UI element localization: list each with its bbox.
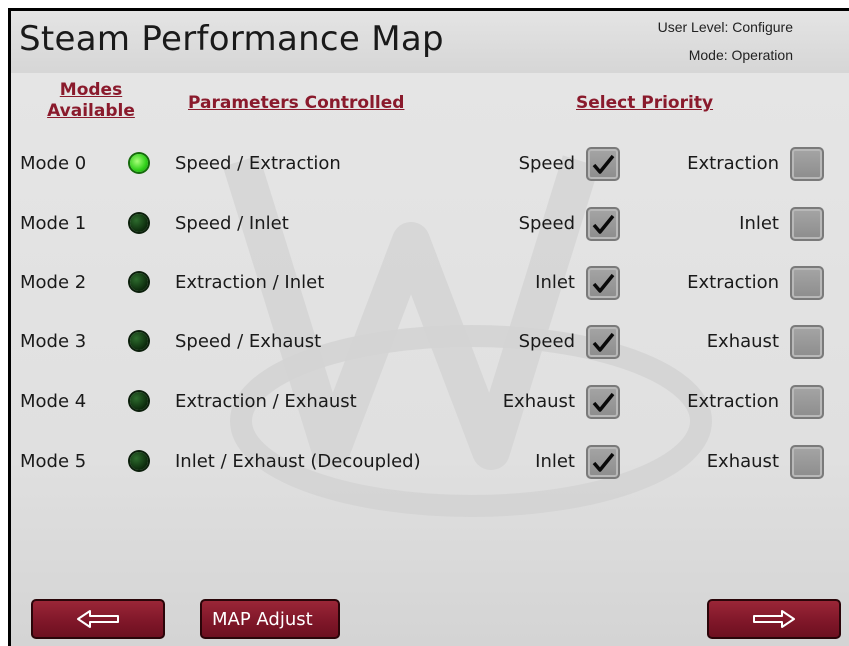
mode-label: Mode 5 bbox=[20, 451, 87, 472]
priority-2-label: Exhaust bbox=[706, 331, 779, 352]
checkmark-icon bbox=[592, 392, 615, 412]
priority-1-checkbox[interactable] bbox=[586, 266, 620, 300]
mode-label: Mode 4 bbox=[20, 391, 87, 412]
checkmark-icon bbox=[592, 154, 615, 174]
mode-status-led-icon bbox=[130, 452, 148, 470]
mode-row: Mode 1 Speed / Inlet Speed Inlet bbox=[11, 205, 849, 245]
priority-1-checkbox[interactable] bbox=[586, 207, 620, 241]
modes-available-header: Modes Available bbox=[47, 80, 135, 121]
parameters-label: Speed / Inlet bbox=[175, 213, 289, 234]
priority-2-checkbox[interactable] bbox=[790, 266, 824, 300]
priority-2-label: Extraction bbox=[687, 272, 779, 293]
map-adjust-button[interactable]: MAP Adjust bbox=[200, 599, 340, 639]
priority-1-label: Inlet bbox=[535, 451, 575, 472]
hmi-screen: Steam Performance Map User Level: Config… bbox=[11, 11, 849, 646]
mode-label: Mode 3 bbox=[20, 331, 87, 352]
priority-2-checkbox[interactable] bbox=[790, 385, 824, 419]
checkmark-icon bbox=[592, 452, 615, 472]
parameters-label: Extraction / Exhaust bbox=[175, 391, 357, 412]
mode-row: Mode 0 Speed / Extraction Speed Extraction bbox=[11, 145, 849, 185]
priority-1-checkbox[interactable] bbox=[586, 385, 620, 419]
mode-label: Mode 0 bbox=[20, 153, 87, 174]
operation-mode-status: Mode: Operation bbox=[688, 47, 793, 63]
checkmark-icon bbox=[592, 273, 615, 293]
priority-1-label: Exhaust bbox=[502, 391, 575, 412]
priority-2-checkbox[interactable] bbox=[790, 445, 824, 479]
checkmark-icon bbox=[592, 214, 615, 234]
priority-1-label: Speed bbox=[518, 153, 575, 174]
left-arrow-icon bbox=[77, 610, 119, 628]
mode-status-led-icon bbox=[130, 214, 148, 232]
priority-2-checkbox[interactable] bbox=[790, 207, 824, 241]
priority-1-checkbox[interactable] bbox=[586, 325, 620, 359]
mode-status-led-icon bbox=[130, 154, 148, 172]
parameters-controlled-header: Parameters Controlled bbox=[188, 93, 405, 113]
mode-row: Mode 5 Inlet / Exhaust (Decoupled) Inlet Ex… bbox=[11, 443, 849, 483]
priority-1-checkbox[interactable] bbox=[586, 445, 620, 479]
priority-2-label: Exhaust bbox=[706, 451, 779, 472]
mode-label: Mode 1 bbox=[20, 213, 87, 234]
priority-2-checkbox[interactable] bbox=[790, 147, 824, 181]
parameters-label: Inlet / Exhaust (Decoupled) bbox=[175, 451, 421, 472]
back-button[interactable] bbox=[31, 599, 165, 639]
select-priority-header: Select Priority bbox=[576, 93, 714, 113]
priority-2-label: Extraction bbox=[687, 153, 779, 174]
mode-row: Mode 3 Speed / Exhaust Speed Exhaust bbox=[11, 323, 849, 363]
parameters-label: Speed / Exhaust bbox=[175, 331, 322, 352]
title-bar: Steam Performance Map User Level: Config… bbox=[11, 11, 849, 73]
mode-row: Mode 4 Extraction / Exhaust Exhaust Extract… bbox=[11, 383, 849, 423]
parameters-label: Extraction / Inlet bbox=[175, 272, 325, 293]
parameters-label: Speed / Extraction bbox=[175, 153, 341, 174]
mode-row: Mode 2 Extraction / Inlet Inlet Extraction bbox=[11, 264, 849, 304]
mode-label: Mode 2 bbox=[20, 272, 87, 293]
priority-1-checkbox[interactable] bbox=[586, 147, 620, 181]
checkmark-icon bbox=[592, 332, 615, 352]
mode-status-led-icon bbox=[130, 273, 148, 291]
priority-2-label: Inlet bbox=[739, 213, 779, 234]
mode-status-led-icon bbox=[130, 332, 148, 350]
user-level-status: User Level: Configure bbox=[657, 19, 793, 35]
priority-2-label: Extraction bbox=[687, 391, 779, 412]
next-button[interactable] bbox=[707, 599, 841, 639]
priority-1-label: Speed bbox=[518, 331, 575, 352]
priority-1-label: Speed bbox=[518, 213, 575, 234]
priority-1-label: Inlet bbox=[535, 272, 575, 293]
page-title: Steam Performance Map bbox=[19, 19, 444, 59]
priority-2-checkbox[interactable] bbox=[790, 325, 824, 359]
mode-status-led-icon bbox=[130, 392, 148, 410]
right-arrow-icon bbox=[753, 610, 795, 628]
